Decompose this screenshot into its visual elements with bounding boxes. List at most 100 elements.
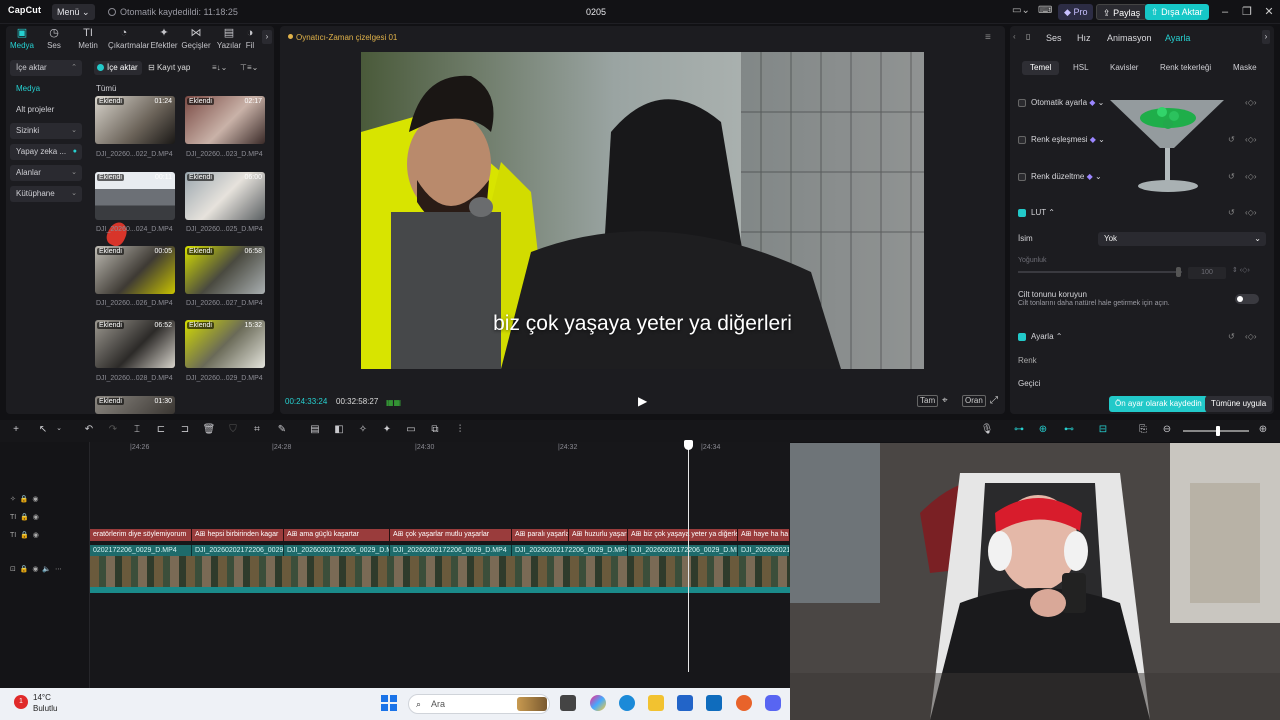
- edge-icon[interactable]: [619, 695, 635, 711]
- windows-start-icon[interactable]: [381, 695, 397, 711]
- firefox-icon[interactable]: [736, 695, 752, 711]
- reset-icon[interactable]: ↺: [1228, 332, 1235, 341]
- side-item-media[interactable]: Medya: [10, 81, 82, 97]
- pro-button[interactable]: ◆ Pro: [1058, 4, 1094, 20]
- tab-audio-props[interactable]: Ses: [1046, 32, 1062, 44]
- shortcut-icon[interactable]: ⌨: [1038, 5, 1052, 16]
- lut-select[interactable]: Yok ⌄: [1098, 232, 1266, 246]
- delete-icon[interactable]: 🗑: [202, 424, 216, 435]
- video-clip-label[interactable]: DJI_20260202172206_0029_D.MP4: [192, 545, 284, 556]
- chevron-down-icon[interactable]: ⌄: [52, 424, 66, 432]
- side-item-yours[interactable]: Sizinki ⌄: [10, 123, 82, 139]
- chevron-left-icon[interactable]: ‹: [1013, 32, 1016, 41]
- video-clip-label[interactable]: DJI_20260202172206_0029_D.MP4: [738, 545, 790, 556]
- media-thumb-5[interactable]: Eklendi 00:05: [95, 246, 175, 294]
- skin-tone-toggle[interactable]: [1235, 294, 1259, 304]
- outlook-icon[interactable]: [706, 695, 722, 711]
- zoom-slider-handle[interactable]: [1216, 426, 1220, 436]
- filter-funnel-icon[interactable]: ⊤≡⌄: [240, 61, 258, 75]
- clip-ref-icon[interactable]: ▯: [1026, 32, 1030, 41]
- weather-description[interactable]: Bulutlu: [33, 704, 57, 713]
- zoom-in-icon[interactable]: ⊕: [1256, 424, 1270, 435]
- keyframe-icon[interactable]: ‹◇›: [1245, 208, 1256, 217]
- intensity-value[interactable]: 100: [1188, 267, 1226, 279]
- reset-icon[interactable]: ↺: [1228, 208, 1235, 217]
- tab-animation[interactable]: Animasyon: [1107, 32, 1152, 44]
- tab-effects[interactable]: ✦ Efektler: [148, 26, 180, 50]
- media-thumb-3[interactable]: Eklendi 00:11: [95, 172, 175, 220]
- apply-all-button[interactable]: Tümüne uygula: [1205, 396, 1273, 412]
- video-clip-thumbnails[interactable]: [90, 556, 790, 588]
- playhead-handle[interactable]: [684, 440, 693, 450]
- side-item-ai[interactable]: Yapay zeka ... ●: [10, 144, 82, 160]
- effect-brush-icon[interactable]: ✎: [275, 424, 289, 435]
- stepper-icon[interactable]: ⇕ ‹◇›: [1232, 266, 1250, 274]
- play-button[interactable]: ▶: [638, 394, 647, 408]
- keyframe-icon[interactable]: ‹◇›: [1245, 98, 1256, 107]
- side-item-subprojects[interactable]: Alt projeler: [10, 102, 82, 118]
- tab-media[interactable]: ▣ Medya: [6, 26, 38, 50]
- keyframe-icon[interactable]: ‹◇›: [1245, 135, 1256, 144]
- reset-icon[interactable]: ↺: [1228, 172, 1235, 181]
- playhead[interactable]: [688, 444, 689, 672]
- record-button[interactable]: ⊟ Kayıt yap: [148, 61, 190, 75]
- magnet-icon[interactable]: ⊕: [1036, 424, 1050, 435]
- snap-icon[interactable]: ⊷: [1062, 424, 1076, 435]
- media-thumb-8[interactable]: Eklendi 15:32: [185, 320, 265, 368]
- media-thumb-7[interactable]: Eklendi 06:52: [95, 320, 175, 368]
- intensity-slider-handle[interactable]: [1176, 267, 1181, 277]
- maximize-icon[interactable]: ❐: [1238, 4, 1256, 20]
- close-icon[interactable]: ✕: [1260, 4, 1278, 20]
- text-clip[interactable]: eratörlerim diye söylemiyorum: [90, 529, 192, 541]
- split-left-icon[interactable]: ⊏: [154, 424, 168, 435]
- tab-adjust[interactable]: Ayarla: [1165, 32, 1190, 44]
- reset-icon[interactable]: ↺: [1228, 135, 1235, 144]
- layout-icon[interactable]: ▭⌄: [1012, 5, 1030, 16]
- text-clip[interactable]: A⊞ biz çok yaşaya yeter ya diğerleri: [628, 529, 738, 541]
- sort-icon[interactable]: ≡↓⌄: [212, 61, 227, 75]
- subtab-hsl[interactable]: HSL: [1065, 61, 1097, 75]
- import-button[interactable]: İçe aktar: [94, 61, 142, 75]
- text-clip[interactable]: A⊞ haye ha ha: [738, 529, 790, 541]
- zoom-out-icon[interactable]: ⊖: [1160, 424, 1174, 435]
- text-clip[interactable]: A⊞ huzurlu yaşarlar: [569, 529, 628, 541]
- text-clip[interactable]: A⊞ hepsi birbirinden kagar: [192, 529, 284, 541]
- magic-wand-icon[interactable]: ✦: [380, 424, 394, 435]
- link-clip-icon[interactable]: ⊶: [1012, 424, 1026, 435]
- export-button[interactable]: ⇧ Dışa Aktar: [1145, 4, 1209, 20]
- keyframe-icon[interactable]: ‹◇›: [1245, 172, 1256, 181]
- select-tool-icon[interactable]: ↖: [36, 424, 50, 435]
- tab-text[interactable]: TI Metin: [72, 26, 104, 50]
- microphone-icon[interactable]: 🎙: [980, 424, 994, 435]
- video-clip-label[interactable]: DJI_20260202172206_0029_D.MP4: [390, 545, 512, 556]
- media-thumb-1[interactable]: Eklendi 01:24: [95, 96, 175, 144]
- crop-icon[interactable]: ⌗: [250, 424, 264, 435]
- minimize-icon[interactable]: –: [1216, 4, 1234, 20]
- full-quality-button[interactable]: Tam: [917, 395, 939, 407]
- video-clip-label[interactable]: DJI_20260202172206_0029_D.MP4: [628, 545, 738, 556]
- weather-temperature[interactable]: 14°C: [33, 693, 51, 702]
- text-box-icon[interactable]: ▭: [404, 424, 418, 435]
- audio-wave-icon[interactable]: ⫶: [453, 424, 467, 435]
- ratio-button[interactable]: Oran: [962, 395, 986, 407]
- fullscreen-icon[interactable]: ⤢: [990, 395, 998, 406]
- adjust-checkbox[interactable]: [1018, 333, 1026, 341]
- menu-button[interactable]: Menü ⌄: [52, 4, 95, 20]
- subtab-curves[interactable]: Kavisler: [1102, 61, 1146, 75]
- undo-icon[interactable]: ↶: [82, 424, 96, 435]
- video-clip-label[interactable]: DJI_20260202172206_0029_D.MP4: [284, 545, 390, 556]
- text-clip[interactable]: A⊞ çok yaşarlar mutlu yaşarlar: [390, 529, 512, 541]
- image-edit-icon[interactable]: ⧉: [428, 424, 442, 435]
- tab-filters[interactable]: ◑ Fil: [241, 26, 259, 50]
- share-button[interactable]: ⇪ Paylaş: [1096, 4, 1148, 20]
- store-icon[interactable]: [677, 695, 693, 711]
- media-thumb-9[interactable]: Eklendi 01:30: [95, 396, 175, 414]
- text-clip[interactable]: A⊞ paralı yaşarlar: [512, 529, 569, 541]
- color-correct-checkbox[interactable]: [1018, 173, 1026, 181]
- media-thumb-2[interactable]: Eklendi 02:17: [185, 96, 265, 144]
- side-item-import[interactable]: İçe aktar ⌃: [10, 60, 82, 76]
- save-preset-button[interactable]: Ön ayar olarak kaydedin: [1109, 396, 1208, 412]
- media-thumb-6[interactable]: Eklendi 06:58: [185, 246, 265, 294]
- discord-icon[interactable]: [765, 695, 781, 711]
- tab-speed[interactable]: Hız: [1077, 32, 1091, 44]
